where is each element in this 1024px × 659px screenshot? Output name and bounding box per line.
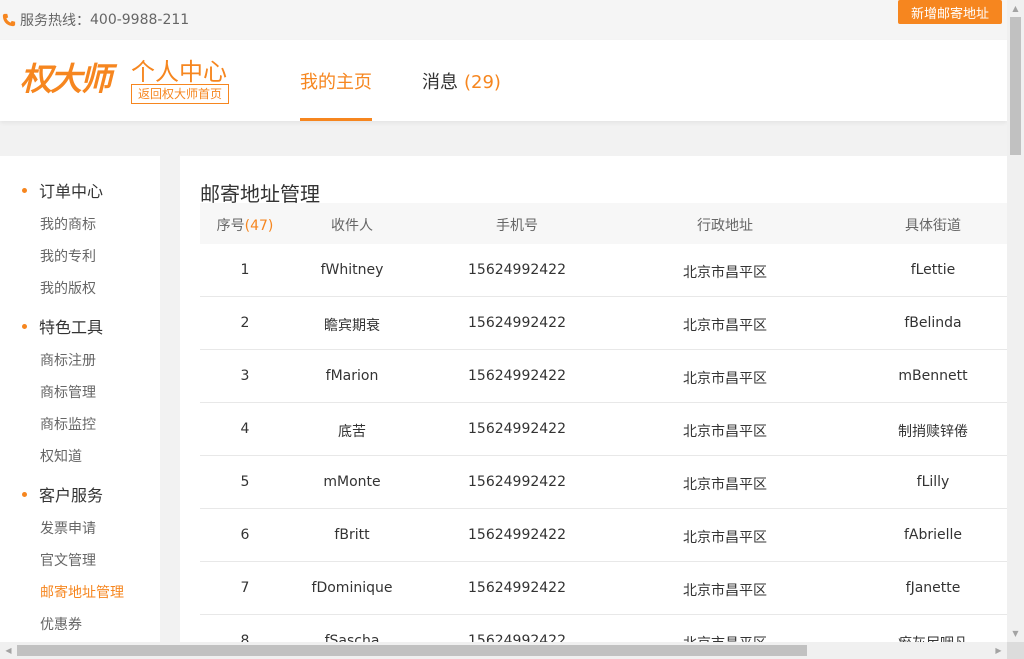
cell-region: 北京市昌平区 <box>683 424 767 440</box>
scroll-up-icon[interactable]: ▲ <box>1007 0 1024 17</box>
cell-recipient: fMarion <box>325 368 379 384</box>
bullet-icon <box>22 323 27 329</box>
add-address-button[interactable]: 新增邮寄地址 <box>898 0 1002 24</box>
sidebar-section-orders[interactable]: 订单中心 <box>22 178 103 202</box>
hotline-label: 服务热线： <box>20 13 90 29</box>
record-count: (47) <box>244 218 274 234</box>
table-row[interactable]: 2 瞻宾期衰 15624992422 北京市昌平区 fBelinda <box>200 297 1007 350</box>
cell-phone: 15624992422 <box>468 580 566 596</box>
cell-recipient: 底苦 <box>338 424 366 440</box>
cell-recipient: fBritt <box>334 527 370 543</box>
header-phone: 手机号 <box>496 218 538 234</box>
tab-messages[interactable]: 消息 (29) <box>422 68 501 94</box>
sidebar-section-label: 订单中心 <box>39 182 104 201</box>
main-panel: 邮寄地址管理 序号(47) 收件人 手机号 行政地址 具体街道 1 fWhitne… <box>180 156 1007 646</box>
phone-icon <box>2 13 16 27</box>
sidebar-item-my-patents[interactable]: 我的专利 <box>40 246 96 266</box>
page-title: 个人中心 <box>131 58 227 86</box>
cell-recipient: mMonte <box>323 474 381 490</box>
cell-phone: 15624992422 <box>468 474 566 490</box>
tab-home[interactable]: 我的主页 <box>300 68 372 94</box>
service-hotline: 服务热线： 400-9988-211 <box>2 10 189 30</box>
cell-phone: 15624992422 <box>468 262 566 278</box>
table-row[interactable]: 3 fMarion 15624992422 北京市昌平区 mBennett <box>200 350 1007 403</box>
cell-phone: 15624992422 <box>468 315 566 331</box>
cell-phone: 15624992422 <box>468 368 566 384</box>
scroll-left-icon[interactable]: ◀ <box>0 642 17 659</box>
header: 权大师 个人中心 返回权大师首页 我的主页 消息 (29) <box>0 40 1007 121</box>
back-home-link[interactable]: 返回权大师首页 <box>131 84 230 104</box>
cell-street: fLilly <box>916 474 950 490</box>
cell-recipient: fDominique <box>311 580 393 596</box>
sidebar: 订单中心 我的商标 我的专利 我的版权 特色工具 商标注册 商标管理 商标监控 … <box>0 156 160 659</box>
cell-street: fLettie <box>910 262 956 278</box>
cell-phone: 15624992422 <box>468 421 566 437</box>
bullet-icon <box>22 491 27 497</box>
sidebar-section-label: 客户服务 <box>39 486 104 505</box>
sidebar-item-coupons[interactable]: 优惠券 <box>40 614 82 634</box>
sidebar-section-label: 特色工具 <box>39 318 104 337</box>
table-row[interactable]: 4 底苦 15624992422 北京市昌平区 制捎赎锌倦 <box>200 403 1007 456</box>
logo[interactable]: 权大师 <box>20 54 112 100</box>
sidebar-item-invoice[interactable]: 发票申请 <box>40 518 96 538</box>
cell-phone: 15624992422 <box>468 527 566 543</box>
table-row[interactable]: 1 fWhitney 15624992422 北京市昌平区 fLettie <box>200 244 1007 297</box>
cell-region: 北京市昌平区 <box>683 371 767 387</box>
scroll-down-icon[interactable]: ▼ <box>1007 625 1024 642</box>
table-header: 序号(47) 收件人 手机号 行政地址 具体街道 <box>200 203 1007 244</box>
message-count: (29) <box>464 72 501 93</box>
cell-region: 北京市昌平区 <box>683 318 767 334</box>
cell-region: 北京市昌平区 <box>683 265 767 281</box>
sidebar-item-trademark-monitor[interactable]: 商标监控 <box>40 414 96 434</box>
active-tab-indicator <box>300 118 372 121</box>
horizontal-scroll-thumb[interactable] <box>17 645 807 656</box>
sidebar-item-trademark-manage[interactable]: 商标管理 <box>40 382 96 402</box>
vertical-scrollbar[interactable]: ▲ ▼ <box>1007 0 1024 642</box>
cell-recipient: 瞻宾期衰 <box>324 318 380 334</box>
scrollbar-corner <box>1007 642 1024 659</box>
sidebar-item-trademark-register[interactable]: 商标注册 <box>40 350 96 370</box>
sidebar-section-tools[interactable]: 特色工具 <box>22 314 103 338</box>
tab-messages-label: 消息 <box>422 72 458 93</box>
cell-region: 北京市昌平区 <box>683 583 767 599</box>
sidebar-item-knowledge[interactable]: 权知道 <box>40 446 82 466</box>
bullet-icon <box>22 187 27 193</box>
sidebar-item-official-docs[interactable]: 官文管理 <box>40 550 96 570</box>
header-region: 行政地址 <box>697 218 753 234</box>
header-index-label: 序号 <box>216 218 245 234</box>
hotline-number: 400-9988-211 <box>90 12 190 28</box>
cell-recipient: fWhitney <box>320 262 384 278</box>
table-row[interactable]: 6 fBritt 15624992422 北京市昌平区 fAbrielle <box>200 509 1007 562</box>
sidebar-section-service[interactable]: 客户服务 <box>22 482 103 506</box>
cell-street: 制捎赎锌倦 <box>898 424 968 440</box>
sidebar-item-my-trademarks[interactable]: 我的商标 <box>40 214 96 234</box>
cell-region: 北京市昌平区 <box>683 530 767 546</box>
table-row[interactable]: 7 fDominique 15624992422 北京市昌平区 fJanette <box>200 562 1007 615</box>
cell-region: 北京市昌平区 <box>683 477 767 493</box>
scroll-right-icon[interactable]: ▶ <box>990 642 1007 659</box>
sidebar-item-my-copyrights[interactable]: 我的版权 <box>40 278 96 298</box>
top-bar: 服务热线： 400-9988-211 新增邮寄地址 <box>0 0 1007 40</box>
cell-street: fJanette <box>905 580 961 596</box>
cell-street: fAbrielle <box>903 527 963 543</box>
sidebar-item-mailing-address[interactable]: 邮寄地址管理 <box>40 582 124 602</box>
cell-street: fBelinda <box>904 315 962 331</box>
table-row[interactable]: 5 mMonte 15624992422 北京市昌平区 fLilly <box>200 456 1007 509</box>
header-street: 具体街道 <box>905 218 961 234</box>
vertical-scroll-thumb[interactable] <box>1010 17 1021 155</box>
horizontal-scrollbar[interactable]: ◀ ▶ <box>0 642 1007 659</box>
header-recipient: 收件人 <box>331 218 373 234</box>
cell-street: mBennett <box>898 368 968 384</box>
